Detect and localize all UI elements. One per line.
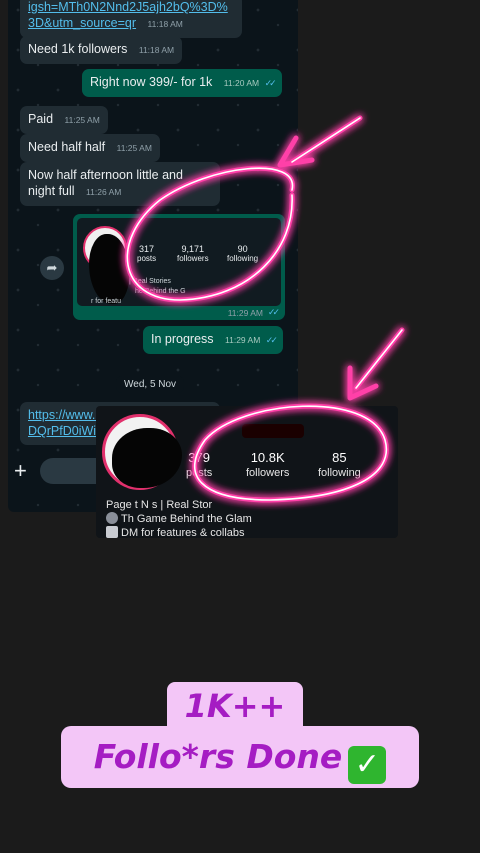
following-stat: 90 following (227, 244, 258, 264)
bio-line: Th Game Behind the Glam (106, 512, 252, 526)
message-text: Need half half (28, 140, 106, 154)
message-link[interactable]: igsh=MTh0N2Nnd2J5ajh2bQ%3D%3D&utm_source… (28, 0, 228, 30)
redaction-mark (89, 234, 129, 304)
posts-stat: 317 posts (137, 244, 156, 264)
double-check-icon: ✓✓ (264, 78, 277, 88)
caption-text: 1K++ (184, 687, 286, 725)
bio-text: | Real Stories (129, 278, 171, 285)
following-label: following (227, 254, 259, 263)
message-bubble[interactable]: Right now 399/- for 1k 11:20 AM ✓✓ (82, 69, 282, 97)
caption-line-2: Follo*rs Done ✓ (61, 726, 419, 788)
following-count: 85 (332, 450, 347, 465)
message-bubble[interactable]: Need half half 11:25 AM (20, 134, 160, 162)
followers-count: 10.8K (250, 450, 285, 465)
bio-line: Page t N s | Real Stor (106, 499, 213, 511)
caption-line-1: 1K++ (167, 682, 303, 728)
arrow-icon (347, 365, 379, 401)
profile-screenshot-card: 379 posts 10.8K followers 85 following P… (96, 406, 398, 538)
message-time: 11:29 AM (227, 308, 263, 318)
message-time: 11:25 AM (116, 143, 152, 153)
posts-label: posts (186, 467, 213, 479)
bio-line: DM for features & collabs (106, 526, 245, 538)
bio-text: he Behind the G (135, 288, 186, 295)
share-icon[interactable]: ➦ (40, 256, 64, 280)
message-time: 11:29 AM (225, 335, 261, 345)
check-box-icon: ✓ (348, 746, 387, 784)
arrow-icon (289, 115, 363, 165)
microphone-icon (106, 512, 118, 524)
following-stat: 85 following (318, 450, 361, 480)
double-check-icon: ✓✓ (265, 335, 278, 345)
shared-profile-preview: 317 posts 9,171 followers 90 following |… (77, 218, 281, 306)
bio-text: DM for features & collabs (121, 527, 245, 538)
shared-profile-card[interactable]: 317 posts 9,171 followers 90 following |… (73, 214, 285, 320)
message-bubble[interactable]: Paid 11:25 AM (20, 106, 108, 134)
message-time: 11:20 AM (223, 78, 260, 88)
message-bubble[interactable]: igsh=MTh0N2Nnd2J5ajh2bQ%3D%3D&utm_source… (20, 0, 242, 38)
bio-text: Th Game Behind the Glam (121, 513, 252, 525)
followers-label: followers (177, 254, 209, 263)
message-text: Right now 399/- for 1k (90, 75, 213, 89)
message-time: 11:18 AM (138, 45, 175, 55)
posts-stat: 379 posts (186, 450, 212, 480)
date-separator: Wed, 5 Nov (116, 376, 185, 393)
message-bubble[interactable]: Now half afternoon little and night full… (20, 162, 220, 206)
message-time: 11:18 AM (147, 19, 183, 29)
posts-count: 379 (188, 450, 210, 465)
plus-icon[interactable]: + (14, 460, 27, 482)
followers-count: 9,171 (181, 244, 205, 254)
following-label: following (318, 467, 361, 479)
followers-label: followers (246, 467, 290, 479)
message-time: 11:26 AM (86, 187, 122, 197)
posts-label: posts (137, 254, 157, 263)
message-time: 11:25 AM (64, 115, 100, 125)
posts-count: 317 (139, 244, 155, 254)
following-count: 90 (237, 244, 248, 254)
inbox-icon (106, 526, 118, 538)
message-text: In progress (151, 332, 214, 346)
redaction-mark (112, 428, 182, 488)
redacted-username (242, 424, 304, 438)
caption-text: Follo*rs Done (93, 737, 343, 776)
message-bubble[interactable]: In progress 11:29 AM ✓✓ (143, 326, 283, 354)
message-text: Need 1k followers (28, 42, 128, 56)
message-text: Paid (28, 112, 54, 126)
double-check-icon: ✓✓ (267, 307, 280, 317)
bio-text: r for featu (91, 298, 121, 305)
message-bubble[interactable]: Need 1k followers 11:18 AM (20, 36, 183, 64)
followers-stat: 10.8K followers (246, 450, 289, 480)
arrow-icon (353, 327, 405, 391)
followers-stat: 9,171 followers (177, 244, 209, 264)
